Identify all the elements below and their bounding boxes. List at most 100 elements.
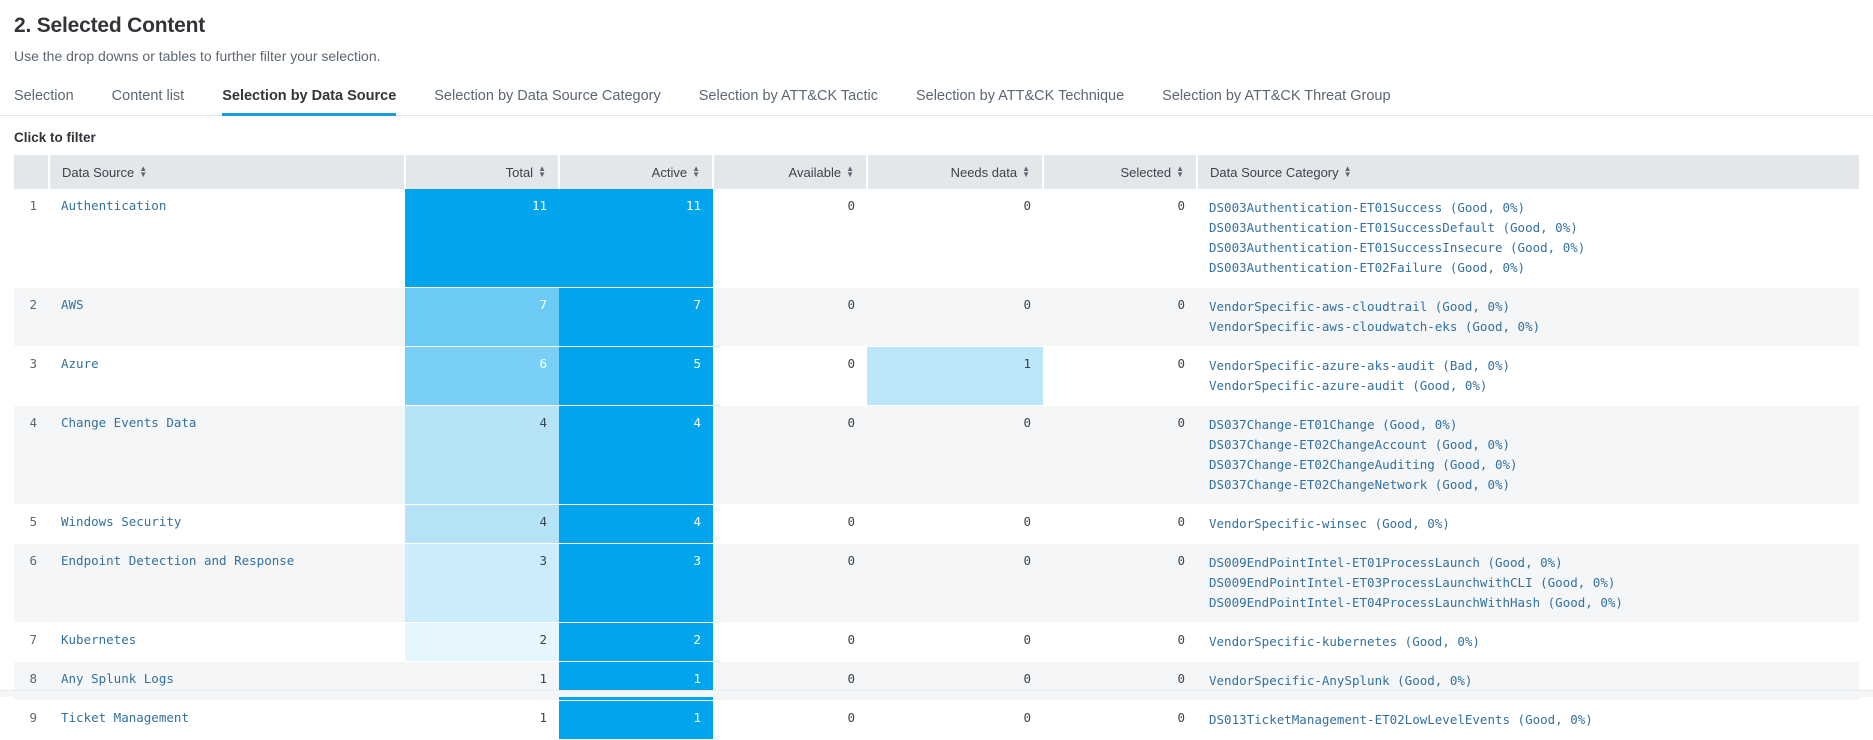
- cell-active[interactable]: 7: [559, 288, 713, 347]
- cell-total[interactable]: 7: [405, 288, 559, 347]
- data-source-link[interactable]: Authentication: [61, 198, 166, 213]
- cell-active[interactable]: 2: [559, 623, 713, 662]
- cell-needs-data[interactable]: 0: [867, 406, 1043, 505]
- sort-arrows-icon[interactable]: ▲▼: [1176, 166, 1184, 178]
- cell-selected[interactable]: 0: [1043, 347, 1197, 406]
- table-row[interactable]: 1Authentication1111000DS003Authenticatio…: [14, 189, 1859, 288]
- column-header-available[interactable]: Available▲▼: [713, 155, 867, 189]
- data-source-category-item[interactable]: DS037Change-ET01Change (Good, 0%): [1209, 415, 1847, 435]
- tab-content-list[interactable]: Content list: [112, 88, 185, 116]
- cell-selected[interactable]: 0: [1043, 505, 1197, 544]
- table-row[interactable]: 3Azure65010VendorSpecific-azure-aks-audi…: [14, 347, 1859, 406]
- data-source-link[interactable]: Any Splunk Logs: [61, 671, 174, 686]
- data-source-category-item[interactable]: DS013TicketManagement-ET02LowLevelEvents…: [1209, 710, 1847, 730]
- data-source-category-item[interactable]: VendorSpecific-azure-aks-audit (Bad, 0%): [1209, 356, 1847, 376]
- cell-needs-data[interactable]: 1: [867, 347, 1043, 406]
- cell-data-source[interactable]: Change Events Data: [49, 406, 405, 505]
- data-source-category-item[interactable]: DS003Authentication-ET02Failure (Good, 0…: [1209, 258, 1847, 278]
- data-source-link[interactable]: Endpoint Detection and Response: [61, 553, 294, 568]
- data-source-category-item[interactable]: VendorSpecific-AnySplunk (Good, 0%): [1209, 671, 1847, 691]
- table-row[interactable]: 6Endpoint Detection and Response33000DS0…: [14, 544, 1859, 623]
- data-source-link[interactable]: Change Events Data: [61, 415, 196, 430]
- data-source-category-item[interactable]: DS003Authentication-ET01SuccessInsecure …: [1209, 238, 1847, 258]
- cell-available[interactable]: 0: [713, 623, 867, 662]
- cell-active[interactable]: 4: [559, 505, 713, 544]
- data-source-category-item[interactable]: DS037Change-ET02ChangeAccount (Good, 0%): [1209, 435, 1847, 455]
- cell-data-source[interactable]: AWS: [49, 288, 405, 347]
- data-source-category-item[interactable]: VendorSpecific-winsec (Good, 0%): [1209, 514, 1847, 534]
- cell-active[interactable]: 3: [559, 544, 713, 623]
- data-source-category-item[interactable]: VendorSpecific-aws-cloudwatch-eks (Good,…: [1209, 317, 1847, 337]
- cell-data-source[interactable]: Endpoint Detection and Response: [49, 544, 405, 623]
- column-header-selected[interactable]: Selected▲▼: [1043, 155, 1197, 189]
- cell-active[interactable]: 5: [559, 347, 713, 406]
- data-source-category-item[interactable]: VendorSpecific-azure-audit (Good, 0%): [1209, 376, 1847, 396]
- cell-available[interactable]: 0: [713, 544, 867, 623]
- data-source-link[interactable]: Ticket Management: [61, 710, 189, 725]
- cell-needs-data[interactable]: 0: [867, 288, 1043, 347]
- table-row[interactable]: 9Ticket Management11000DS013TicketManage…: [14, 701, 1859, 740]
- cell-selected[interactable]: 0: [1043, 623, 1197, 662]
- cell-available[interactable]: 0: [713, 406, 867, 505]
- cell-available[interactable]: 0: [713, 505, 867, 544]
- cell-total[interactable]: 1: [405, 701, 559, 740]
- data-source-category-item[interactable]: DS009EndPointIntel-ET04ProcessLaunchWith…: [1209, 593, 1847, 613]
- data-source-category-item[interactable]: VendorSpecific-kubernetes (Good, 0%): [1209, 632, 1847, 652]
- tab-selection[interactable]: Selection: [14, 88, 74, 116]
- cell-selected[interactable]: 0: [1043, 406, 1197, 505]
- table-row[interactable]: 4Change Events Data44000DS037Change-ET01…: [14, 406, 1859, 505]
- cell-total[interactable]: 6: [405, 347, 559, 406]
- cell-data-source[interactable]: Authentication: [49, 189, 405, 288]
- data-source-link[interactable]: Windows Security: [61, 514, 181, 529]
- data-source-link[interactable]: Kubernetes: [61, 632, 136, 647]
- data-source-category-item[interactable]: DS009EndPointIntel-ET01ProcessLaunch (Go…: [1209, 553, 1847, 573]
- sort-arrows-icon[interactable]: ▲▼: [1022, 166, 1030, 178]
- tab-selection-by-att-ck-threat-group[interactable]: Selection by ATT&CK Threat Group: [1162, 88, 1390, 116]
- data-source-category-item[interactable]: DS037Change-ET02ChangeAuditing (Good, 0%…: [1209, 455, 1847, 475]
- cell-needs-data[interactable]: 0: [867, 544, 1043, 623]
- cell-available[interactable]: 0: [713, 347, 867, 406]
- column-header-data-source-category[interactable]: Data Source Category▲▼: [1197, 155, 1859, 189]
- cell-selected[interactable]: 0: [1043, 701, 1197, 740]
- cell-available[interactable]: 0: [713, 189, 867, 288]
- cell-total[interactable]: 3: [405, 544, 559, 623]
- column-header-total[interactable]: Total▲▼: [405, 155, 559, 189]
- sort-arrows-icon[interactable]: ▲▼: [846, 166, 854, 178]
- cell-total[interactable]: 4: [405, 505, 559, 544]
- cell-total[interactable]: 4: [405, 406, 559, 505]
- column-header-needs-data[interactable]: Needs data▲▼: [867, 155, 1043, 189]
- cell-active[interactable]: 11: [559, 189, 713, 288]
- sort-arrows-icon[interactable]: ▲▼: [139, 166, 147, 178]
- sort-arrows-icon[interactable]: ▲▼: [692, 166, 700, 178]
- data-source-link[interactable]: Azure: [61, 356, 99, 371]
- tab-selection-by-att-ck-tactic[interactable]: Selection by ATT&CK Tactic: [699, 88, 878, 116]
- cell-data-source[interactable]: Kubernetes: [49, 623, 405, 662]
- cell-selected[interactable]: 0: [1043, 189, 1197, 288]
- data-source-link[interactable]: AWS: [61, 297, 84, 312]
- data-source-category-item[interactable]: VendorSpecific-aws-cloudtrail (Good, 0%): [1209, 297, 1847, 317]
- cell-data-source[interactable]: Ticket Management: [49, 701, 405, 740]
- cell-data-source[interactable]: Azure: [49, 347, 405, 406]
- cell-needs-data[interactable]: 0: [867, 701, 1043, 740]
- column-header-active[interactable]: Active▲▼: [559, 155, 713, 189]
- tab-selection-by-data-source-category[interactable]: Selection by Data Source Category: [434, 88, 661, 116]
- table-row[interactable]: 2AWS77000VendorSpecific-aws-cloudtrail (…: [14, 288, 1859, 347]
- data-source-category-item[interactable]: DS003Authentication-ET01Success (Good, 0…: [1209, 198, 1847, 218]
- table-row[interactable]: 5Windows Security44000VendorSpecific-win…: [14, 505, 1859, 544]
- sort-arrows-icon[interactable]: ▲▼: [538, 166, 546, 178]
- cell-selected[interactable]: 0: [1043, 544, 1197, 623]
- data-source-category-item[interactable]: DS037Change-ET02ChangeNetwork (Good, 0%): [1209, 475, 1847, 495]
- sort-arrows-icon[interactable]: ▲▼: [1344, 166, 1352, 178]
- column-header-data-source[interactable]: Data Source▲▼: [49, 155, 405, 189]
- data-source-category-item[interactable]: DS003Authentication-ET01SuccessDefault (…: [1209, 218, 1847, 238]
- tab-selection-by-data-source[interactable]: Selection by Data Source: [222, 88, 396, 116]
- cell-available[interactable]: 0: [713, 701, 867, 740]
- cell-needs-data[interactable]: 0: [867, 189, 1043, 288]
- cell-data-source[interactable]: Windows Security: [49, 505, 405, 544]
- cell-available[interactable]: 0: [713, 288, 867, 347]
- cell-selected[interactable]: 0: [1043, 288, 1197, 347]
- table-row[interactable]: 7Kubernetes22000VendorSpecific-kubernete…: [14, 623, 1859, 662]
- cell-needs-data[interactable]: 0: [867, 623, 1043, 662]
- tab-selection-by-att-ck-technique[interactable]: Selection by ATT&CK Technique: [916, 88, 1124, 116]
- cell-active[interactable]: 1: [559, 701, 713, 740]
